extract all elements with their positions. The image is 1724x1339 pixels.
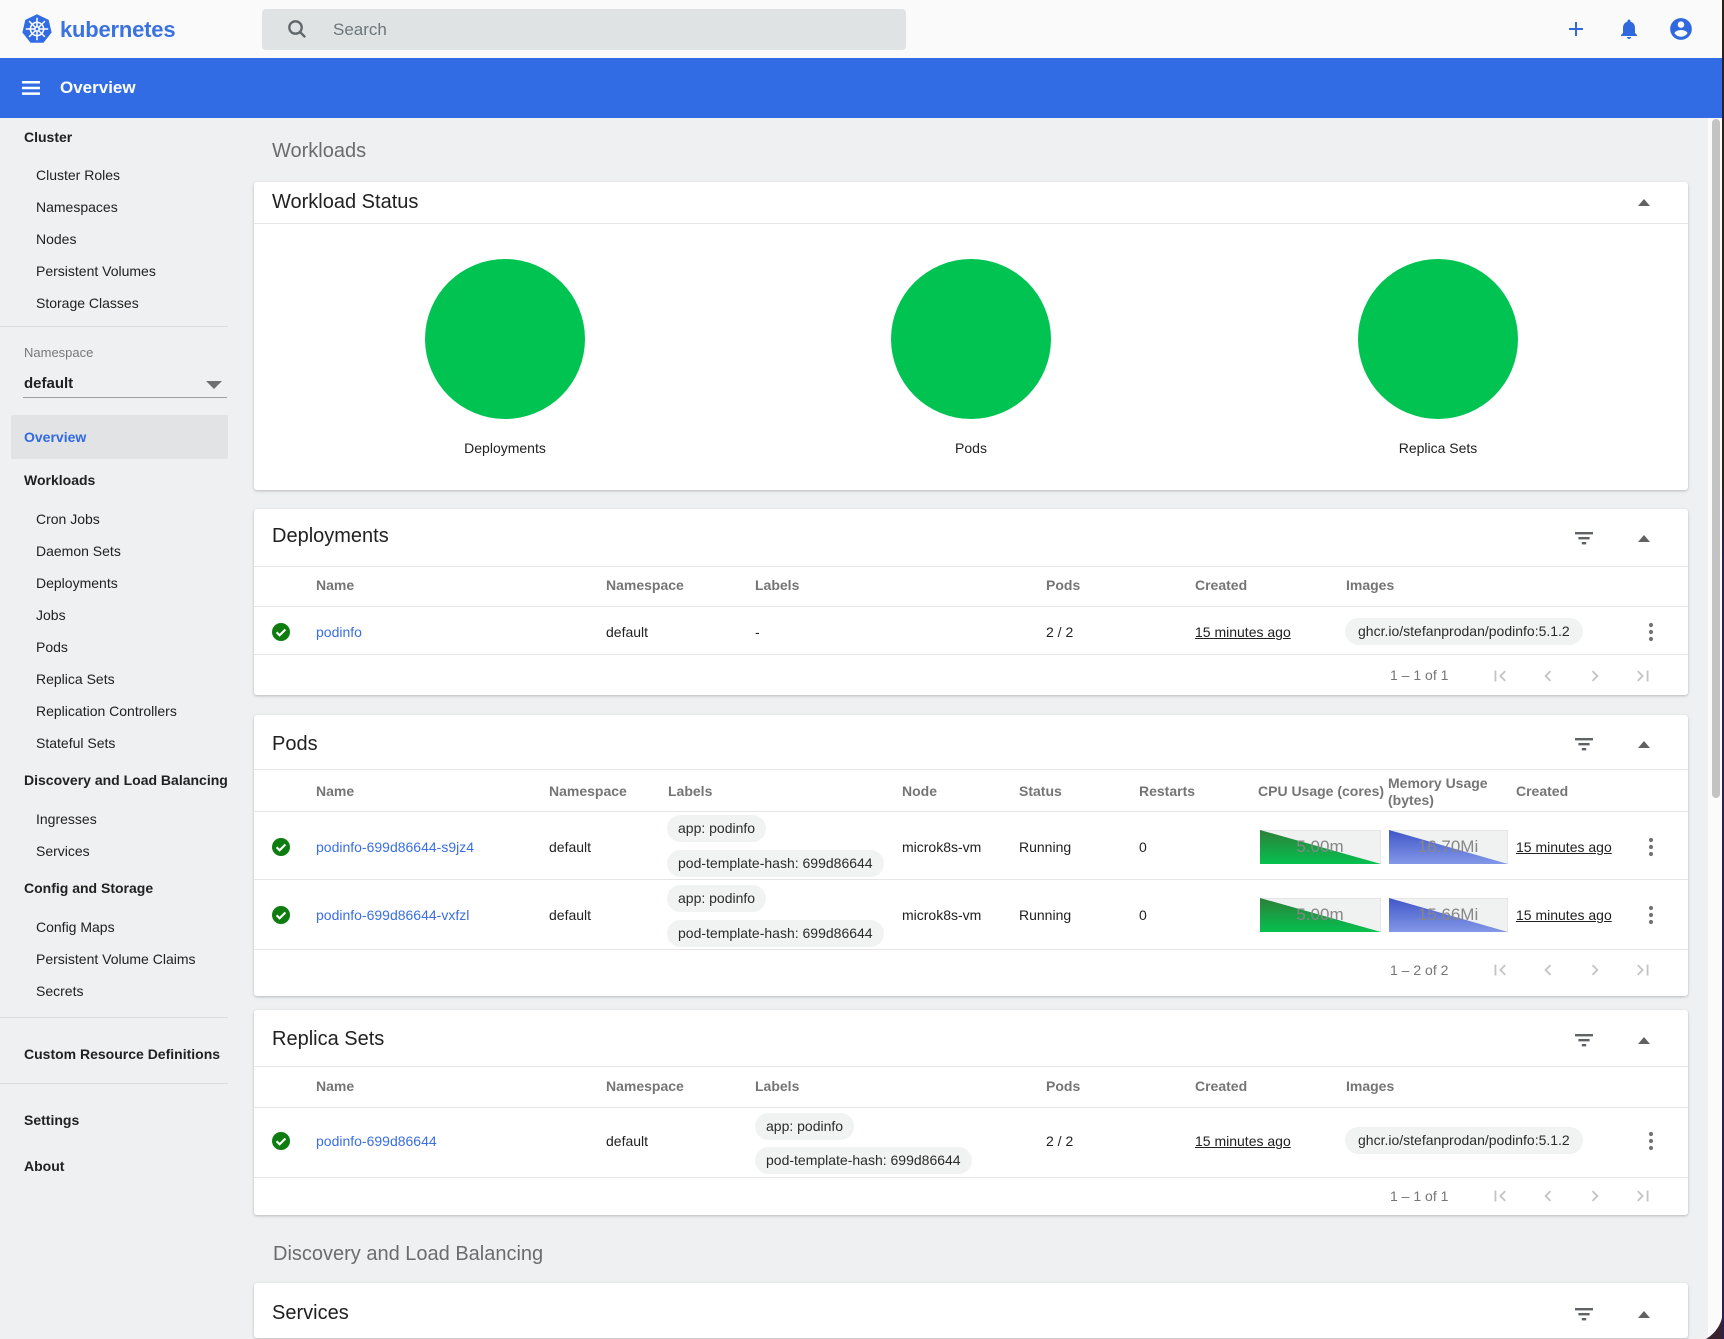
- svg-text:15.66Mi: 15.66Mi: [1418, 905, 1478, 924]
- svg-text:5.00m: 5.00m: [1296, 905, 1343, 924]
- svg-text:16.70Mi: 16.70Mi: [1418, 837, 1478, 856]
- svg-text:5.00m: 5.00m: [1296, 837, 1343, 856]
